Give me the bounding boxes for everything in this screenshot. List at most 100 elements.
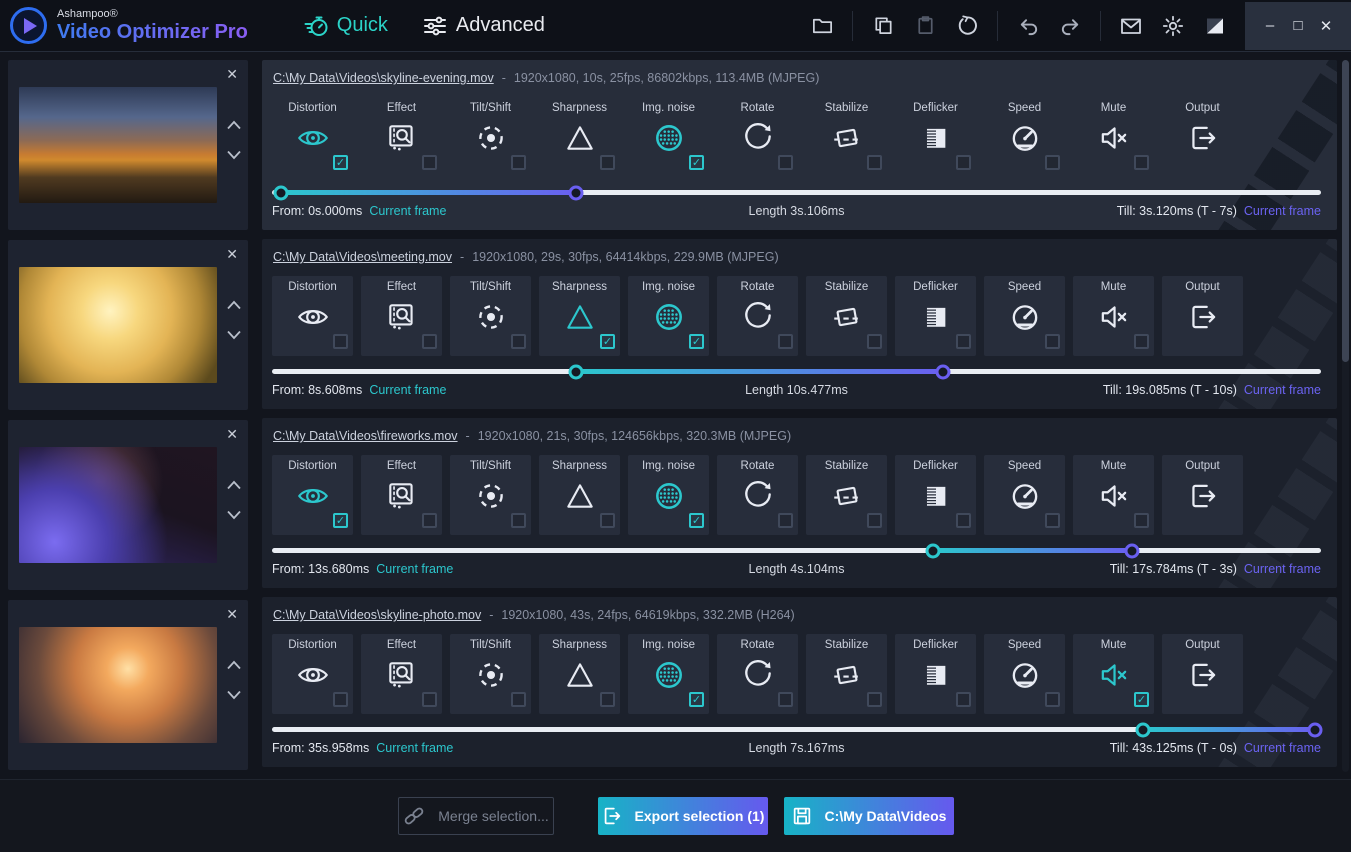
export-selection-button[interactable]: Export selection (1) — [598, 797, 768, 835]
effect-button-stabilize[interactable]: Stabilize — [806, 97, 887, 177]
remove-video-icon[interactable]: ✕ — [226, 426, 238, 443]
effect-button-tilt-shift[interactable]: Tilt/Shift — [450, 455, 531, 535]
effect-button-mute[interactable]: Mute — [1073, 455, 1154, 535]
effect-checkbox[interactable] — [1134, 692, 1149, 707]
copy-icon[interactable] — [871, 14, 895, 38]
slider-handle-end[interactable] — [1307, 722, 1322, 737]
remove-video-icon[interactable]: ✕ — [226, 606, 238, 623]
effect-checkbox[interactable] — [778, 334, 793, 349]
effect-checkbox[interactable] — [333, 334, 348, 349]
scrollbar-thumb[interactable] — [1342, 60, 1349, 362]
effect-button-stabilize[interactable]: Stabilize — [806, 634, 887, 714]
save-path-button[interactable]: C:\My Data\Videos — [784, 797, 954, 835]
effect-button-img-noise[interactable]: Img. noise — [628, 97, 709, 177]
till-current-frame-link[interactable]: Current frame — [1244, 204, 1321, 218]
theme-toggle-icon[interactable] — [1203, 14, 1227, 38]
effect-checkbox[interactable] — [333, 155, 348, 170]
skyline-evening-thumbnail[interactable] — [19, 87, 217, 203]
effect-checkbox[interactable] — [422, 334, 437, 349]
effect-button-tilt-shift[interactable]: Tilt/Shift — [450, 97, 531, 177]
effect-button-mute[interactable]: Mute — [1073, 276, 1154, 356]
till-current-frame-link[interactable]: Current frame — [1244, 383, 1321, 397]
tab-quick[interactable]: Quick — [303, 13, 388, 39]
slider-track[interactable] — [272, 548, 1321, 553]
move-up-icon[interactable] — [226, 297, 242, 315]
slider-track[interactable] — [272, 727, 1321, 732]
effect-button-rotate[interactable]: Rotate — [717, 634, 798, 714]
sunset-meeting-thumbnail[interactable] — [19, 267, 217, 383]
maximize-button[interactable]: □ — [1287, 17, 1309, 34]
effect-button-img-noise[interactable]: Img. noise — [628, 455, 709, 535]
slider-handle-start[interactable] — [1135, 722, 1150, 737]
effect-button-output[interactable]: Output — [1162, 276, 1243, 356]
remove-video-icon[interactable]: ✕ — [226, 246, 238, 263]
effect-button-mute[interactable]: Mute — [1073, 634, 1154, 714]
slider-handle-end[interactable] — [569, 185, 584, 200]
minimize-button[interactable]: – — [1259, 17, 1281, 34]
video-thumbnail-card[interactable]: ✕ — [8, 60, 248, 230]
move-down-icon[interactable] — [226, 507, 242, 525]
effect-checkbox[interactable] — [778, 692, 793, 707]
effect-button-rotate[interactable]: Rotate — [717, 276, 798, 356]
effect-button-rotate[interactable]: Rotate — [717, 455, 798, 535]
effect-button-deflicker[interactable]: Deflicker — [895, 455, 976, 535]
video-path-link[interactable]: C:\My Data\Videos\skyline-evening.mov — [273, 71, 494, 85]
video-row[interactable]: C:\My Data\Videos\fireworks.mov-1920x108… — [262, 418, 1337, 588]
effect-checkbox[interactable] — [1134, 334, 1149, 349]
video-path-link[interactable]: C:\My Data\Videos\fireworks.mov — [273, 429, 458, 443]
effect-checkbox[interactable] — [689, 513, 704, 528]
effect-button-img-noise[interactable]: Img. noise — [628, 276, 709, 356]
effect-checkbox[interactable] — [867, 334, 882, 349]
till-current-frame-link[interactable]: Current frame — [1244, 562, 1321, 576]
effect-checkbox[interactable] — [778, 513, 793, 528]
effect-checkbox[interactable] — [333, 692, 348, 707]
effect-checkbox[interactable] — [1134, 155, 1149, 170]
effect-checkbox[interactable] — [867, 513, 882, 528]
slider-handle-end[interactable] — [936, 364, 951, 379]
video-row[interactable]: C:\My Data\Videos\skyline-photo.mov-1920… — [262, 597, 1337, 767]
effect-checkbox[interactable] — [600, 513, 615, 528]
effect-button-img-noise[interactable]: Img. noise — [628, 634, 709, 714]
effect-checkbox[interactable] — [511, 692, 526, 707]
effect-button-sharpness[interactable]: Sharpness — [539, 634, 620, 714]
effect-button-distortion[interactable]: Distortion — [272, 276, 353, 356]
effect-checkbox[interactable] — [956, 513, 971, 528]
slider-handle-start[interactable] — [569, 364, 584, 379]
effect-button-rotate[interactable]: Rotate — [717, 97, 798, 177]
effect-button-stabilize[interactable]: Stabilize — [806, 276, 887, 356]
effect-checkbox[interactable] — [600, 334, 615, 349]
effect-button-sharpness[interactable]: Sharpness — [539, 455, 620, 535]
vertical-scrollbar[interactable] — [1342, 60, 1349, 772]
paste-icon[interactable] — [913, 14, 937, 38]
reset-icon[interactable] — [955, 14, 979, 38]
merge-selection-button[interactable]: Merge selection... — [398, 797, 554, 835]
effect-button-deflicker[interactable]: Deflicker — [895, 634, 976, 714]
effect-checkbox[interactable] — [422, 155, 437, 170]
move-down-icon[interactable] — [226, 147, 242, 165]
effect-checkbox[interactable] — [511, 155, 526, 170]
effect-checkbox[interactable] — [333, 513, 348, 528]
effect-button-tilt-shift[interactable]: Tilt/Shift — [450, 276, 531, 356]
effect-button-stabilize[interactable]: Stabilize — [806, 455, 887, 535]
move-down-icon[interactable] — [226, 327, 242, 345]
slider-track[interactable] — [272, 369, 1321, 374]
effect-checkbox[interactable] — [689, 334, 704, 349]
effect-button-output[interactable]: Output — [1162, 97, 1243, 177]
effect-button-speed[interactable]: Speed — [984, 455, 1065, 535]
effect-checkbox[interactable] — [422, 692, 437, 707]
effect-button-distortion[interactable]: Distortion — [272, 455, 353, 535]
effect-checkbox[interactable] — [1045, 334, 1060, 349]
video-thumbnail-card[interactable]: ✕ — [8, 600, 248, 770]
slider-handle-end[interactable] — [1125, 543, 1140, 558]
effect-button-effect[interactable]: Effect — [361, 455, 442, 535]
effect-checkbox[interactable] — [600, 692, 615, 707]
effect-checkbox[interactable] — [778, 155, 793, 170]
effect-button-mute[interactable]: Mute — [1073, 97, 1154, 177]
move-up-icon[interactable] — [226, 477, 242, 495]
effect-button-speed[interactable]: Speed — [984, 97, 1065, 177]
effect-checkbox[interactable] — [956, 155, 971, 170]
move-down-icon[interactable] — [226, 687, 242, 705]
effect-checkbox[interactable] — [511, 513, 526, 528]
tab-advanced[interactable]: Advanced — [422, 13, 545, 39]
video-path-link[interactable]: C:\My Data\Videos\skyline-photo.mov — [273, 608, 481, 622]
